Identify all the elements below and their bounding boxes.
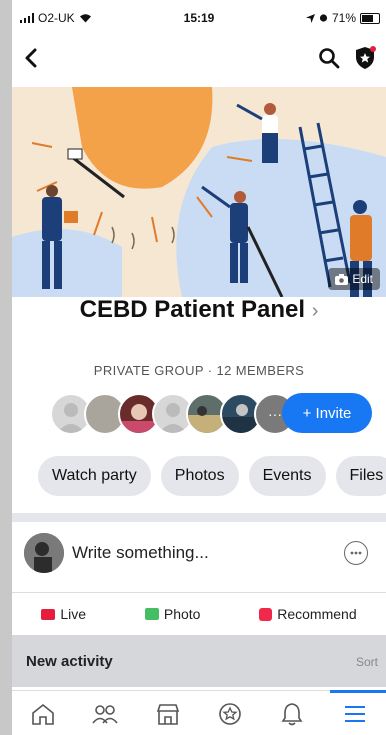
recommend-icon [259, 607, 273, 621]
status-right: 71% [305, 11, 380, 25]
tab-notifications[interactable] [276, 698, 308, 730]
live-video-icon [41, 608, 56, 620]
new-activity-label: New activity [26, 653, 113, 670]
shield-star-icon[interactable] [354, 46, 376, 70]
edit-cover-button[interactable]: Edit [328, 268, 380, 290]
home-icon [32, 703, 54, 725]
tab-menu[interactable] [339, 698, 371, 730]
invite-button[interactable]: + Invite [282, 393, 372, 433]
friends-icon [92, 704, 119, 724]
phone-bezel [0, 0, 12, 735]
group-title[interactable]: CEBD Patient Panel › [12, 296, 386, 324]
group-title-chevron: › [311, 300, 319, 322]
nav-actions [318, 46, 376, 70]
phone-frame: O2-UK 15:19 71% Edit CEBD Patient Panel … [0, 0, 386, 735]
alarm-icon [319, 14, 328, 22]
photo-label: Photo [163, 606, 201, 622]
battery-icon [360, 12, 380, 24]
chevron-left-icon [25, 48, 37, 68]
avatar [24, 533, 64, 573]
chip-watch-party[interactable]: Watch party [38, 456, 151, 496]
bottom-tab-bar [12, 690, 386, 735]
group-name: CEBD Patient Panel [79, 296, 306, 323]
edit-label: Edit [352, 272, 373, 286]
photo-icon [144, 608, 159, 620]
group-meta: PRIVATE GROUP · 12 MEMBERS [93, 363, 305, 378]
section-divider [12, 513, 386, 522]
battery-percent: 71% [331, 11, 356, 25]
group-cover-photo[interactable] [12, 87, 386, 297]
recommend-label: Recommend [277, 606, 357, 622]
tab-home[interactable] [27, 698, 59, 730]
tab-dating[interactable] [214, 698, 246, 730]
active-tab-indicator [330, 690, 386, 693]
live-label: Live [60, 606, 87, 622]
sort-button[interactable]: Sort [356, 655, 378, 669]
marketplace-icon [156, 703, 179, 725]
location-arrow-icon [305, 13, 315, 23]
live-button[interactable]: Live [41, 606, 86, 622]
camera-icon [335, 273, 349, 285]
bell-icon [281, 702, 303, 725]
tab-friends[interactable] [89, 698, 121, 730]
badge-star-icon [219, 702, 241, 725]
photo-button[interactable]: Photo [144, 606, 201, 622]
chip-files[interactable]: Files [335, 456, 386, 496]
status-bar: O2-UK 15:19 71% [12, 0, 386, 36]
new-activity-header: New activity Sort [12, 635, 386, 687]
search-icon[interactable] [318, 47, 340, 69]
composer-placeholder[interactable]: Write something... [72, 543, 209, 563]
group-screen: O2-UK 15:19 71% Edit CEBD Patient Panel … [12, 0, 386, 735]
cover-illustration [12, 87, 386, 297]
nav-bar [12, 40, 386, 80]
menu-icon [344, 705, 365, 722]
chip-photos[interactable]: Photos [160, 456, 239, 496]
recommend-button[interactable]: Recommend [259, 606, 357, 622]
back-button[interactable] [24, 44, 38, 74]
chip-events[interactable]: Events [248, 456, 326, 496]
group-nav-chips: Watch party Photos Events Files [38, 456, 386, 496]
post-composer[interactable]: Write something... [12, 525, 386, 589]
member-avatars[interactable]: ··· [50, 393, 296, 435]
more-options-icon[interactable] [344, 541, 368, 565]
tab-marketplace[interactable] [152, 698, 184, 730]
composer-actions: Live Photo Recommend [12, 592, 386, 635]
